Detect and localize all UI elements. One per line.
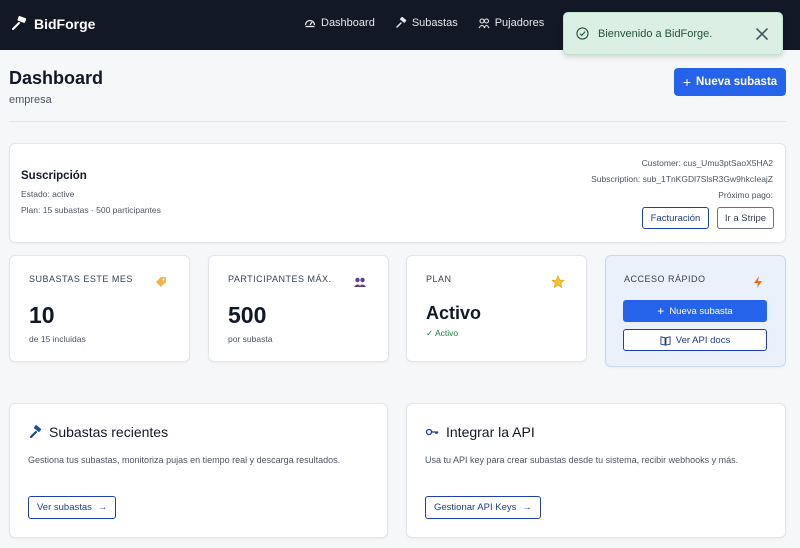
api-integration-card: Integrar la API Usa tu API key para crea… [406, 403, 786, 538]
stat-label: PARTICIPANTES MÁX. [228, 274, 332, 284]
close-icon[interactable] [754, 26, 770, 42]
book-icon [660, 335, 671, 346]
subscription-status: Estado: active [21, 189, 75, 199]
api-integration-text: Usa tu API key para crear subastas desde… [425, 455, 739, 465]
nav-item-pujadores[interactable]: Pujadores [478, 17, 545, 29]
stat-card-auctions: SUBASTAS ESTE MES 10 de 15 incluidas [9, 255, 190, 362]
subscription-id: Subscription: sub_1TnKGDl7SlsR3Gw9hkcIea… [591, 174, 773, 184]
api-docs-label: Ver API docs [675, 334, 731, 346]
stat-note: por subasta [228, 334, 273, 344]
new-auction-label: Nueva subasta [696, 76, 778, 88]
toast-message: Bienvenido a BidForge. [598, 27, 713, 40]
nav-item-subastas[interactable]: Subastas [395, 17, 458, 29]
stripe-button[interactable]: Ir a Stripe [717, 207, 774, 229]
star-icon [551, 275, 565, 289]
nav-label: Dashboard [321, 17, 375, 29]
manage-api-keys-button[interactable]: Gestionar API Keys → [425, 496, 541, 519]
api-docs-button[interactable]: Ver API docs [623, 329, 767, 351]
arrow-right-icon: → [522, 502, 532, 513]
stat-value: Activo [426, 303, 482, 323]
stat-value: 10 [29, 302, 55, 328]
api-integration-title: Integrar la API [425, 424, 535, 440]
gavel-icon [396, 17, 407, 28]
brand-logo[interactable]: BidForge [10, 15, 95, 33]
key-icon [425, 428, 439, 436]
recent-auctions-card: Subastas recientes Gestiona tus subastas… [9, 403, 388, 538]
plus-icon: + [657, 304, 665, 318]
stat-note: ✓ Activo [426, 328, 459, 338]
hammer-icon [30, 425, 42, 438]
users-icon [354, 277, 366, 287]
page-subtitle: empresa [9, 94, 52, 106]
check-circle-icon [576, 27, 589, 40]
plus-icon: + [682, 74, 691, 90]
next-payment: Próximo pago: [718, 190, 773, 200]
header-divider [9, 121, 786, 122]
nav-item-dashboard[interactable]: Dashboard [304, 17, 375, 29]
stat-label: PLAN [426, 274, 452, 284]
stat-note: de 15 incluidas [29, 334, 86, 344]
nav-label: Pujadores [494, 17, 545, 29]
stat-card-participants: PARTICIPANTES MÁX. 500 por subasta [208, 255, 389, 362]
tag-icon [156, 277, 166, 287]
new-auction-button[interactable]: + Nueva subasta [674, 68, 786, 96]
page-title: Dashboard [9, 68, 104, 88]
stat-card-plan: PLAN Activo ✓ Activo [406, 255, 587, 362]
welcome-toast: Bienvenido a BidForge. [563, 12, 783, 55]
brand-name: BidForge [34, 16, 96, 32]
arrow-right-icon: → [97, 502, 108, 513]
stat-value: 500 [228, 302, 267, 328]
view-auctions-button[interactable]: Ver subastas → [28, 496, 117, 519]
api-integration-title-text: Integrar la API [446, 424, 535, 440]
lightning-icon [754, 276, 762, 288]
view-auctions-label: Ver subastas [37, 502, 92, 513]
nav-label: Subastas [411, 17, 458, 29]
recent-auctions-title-text: Subastas recientes [49, 424, 169, 440]
quick-access-label: ACCESO RÁPIDO [624, 274, 706, 284]
recent-auctions-text: Gestiona tus subastas, monitoriza pujas … [28, 455, 341, 465]
billing-button[interactable]: Facturación [642, 207, 709, 229]
subscription-plan: Plan: 15 subastas · 500 participantes [21, 205, 161, 215]
quick-new-auction-button[interactable]: + Nueva subasta [623, 300, 767, 322]
subscription-title: Suscripción [21, 170, 87, 182]
gavel-logo-icon [12, 16, 27, 30]
customer-id: Customer: cus_Umu3ptSaoX5HA2 [641, 158, 773, 168]
manage-api-keys-label: Gestionar API Keys [434, 502, 517, 513]
quick-new-auction-label: Nueva subasta [669, 305, 733, 317]
dashboard-icon [304, 19, 316, 28]
recent-auctions-title: Subastas recientes [28, 424, 168, 440]
users-icon [478, 18, 490, 29]
subscription-card: Suscripción Estado: active Plan: 15 suba… [9, 143, 786, 243]
stat-label: SUBASTAS ESTE MES [29, 274, 133, 284]
